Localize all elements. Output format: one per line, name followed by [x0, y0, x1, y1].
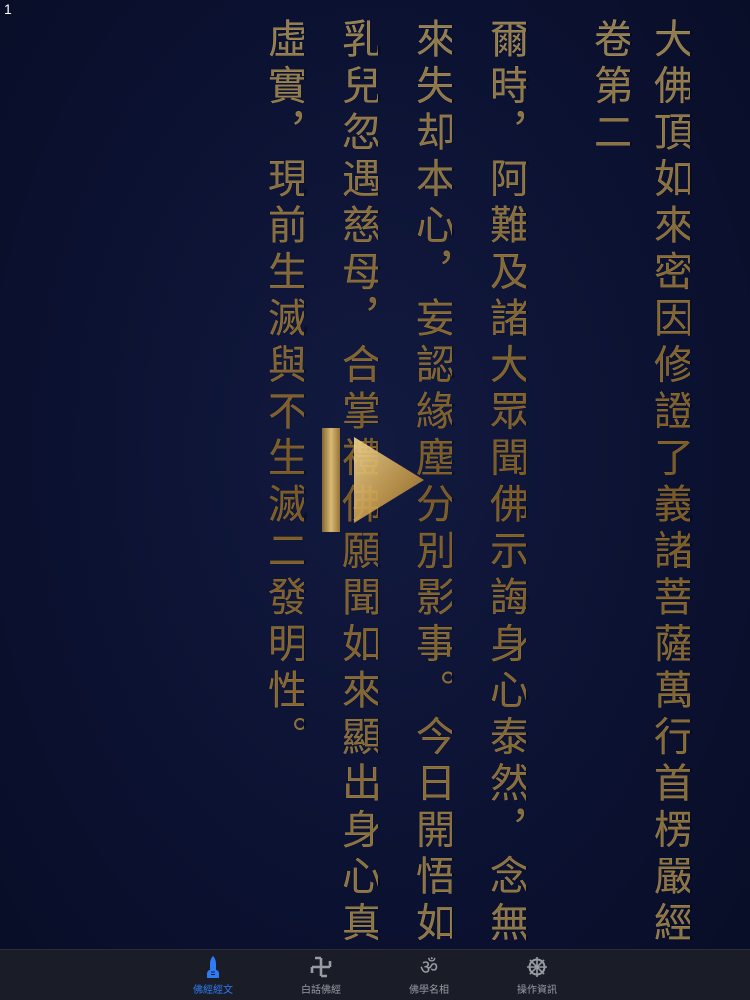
tab-buddhist-terms[interactable]: ॐ 佛學名相 — [375, 950, 483, 1000]
play-button[interactable] — [320, 425, 430, 535]
text-column: 爾時，阿難及諸大眾聞佛示誨身心泰然，念無始 — [480, 18, 529, 995]
tab-label: 佛經經文 — [193, 984, 233, 996]
title-line: 大佛頂如來密因修證了義諸菩薩萬行首楞嚴經 — [644, 18, 693, 948]
tab-label: 白話佛經 — [301, 984, 341, 996]
page-number: 1 — [4, 1, 12, 17]
tab-label: 佛學名相 — [409, 984, 449, 996]
scripture-title: 大佛頂如來密因修證了義諸菩薩萬行首楞嚴經 卷第二 — [584, 18, 693, 948]
text-column: 虛實，現前生滅與不生滅二發明性。 — [258, 18, 307, 948]
reader-page: 1 大佛頂如來密因修證了義諸菩薩萬行首楞嚴經 卷第二 爾時，阿難及諸大眾聞佛示誨… — [0, 0, 750, 1000]
volume-line: 卷第二 — [584, 18, 633, 948]
tab-label: 操作資訊 — [517, 984, 557, 996]
play-icon — [322, 428, 424, 532]
tab-operation-info[interactable]: 操作資訊 — [483, 950, 591, 1000]
praying-hand-icon — [201, 955, 225, 979]
tab-vernacular-sutras[interactable]: 白話佛經 — [267, 950, 375, 1000]
om-icon: ॐ — [419, 954, 439, 979]
bottom-tab-bar: 佛經經文 白話佛經 ॐ 佛學名相 操作資訊 — [0, 949, 750, 1000]
dharma-wheel-icon — [525, 955, 549, 979]
tab-scripture-text[interactable]: 佛經經文 — [159, 950, 267, 1000]
swastika-icon — [309, 955, 333, 979]
